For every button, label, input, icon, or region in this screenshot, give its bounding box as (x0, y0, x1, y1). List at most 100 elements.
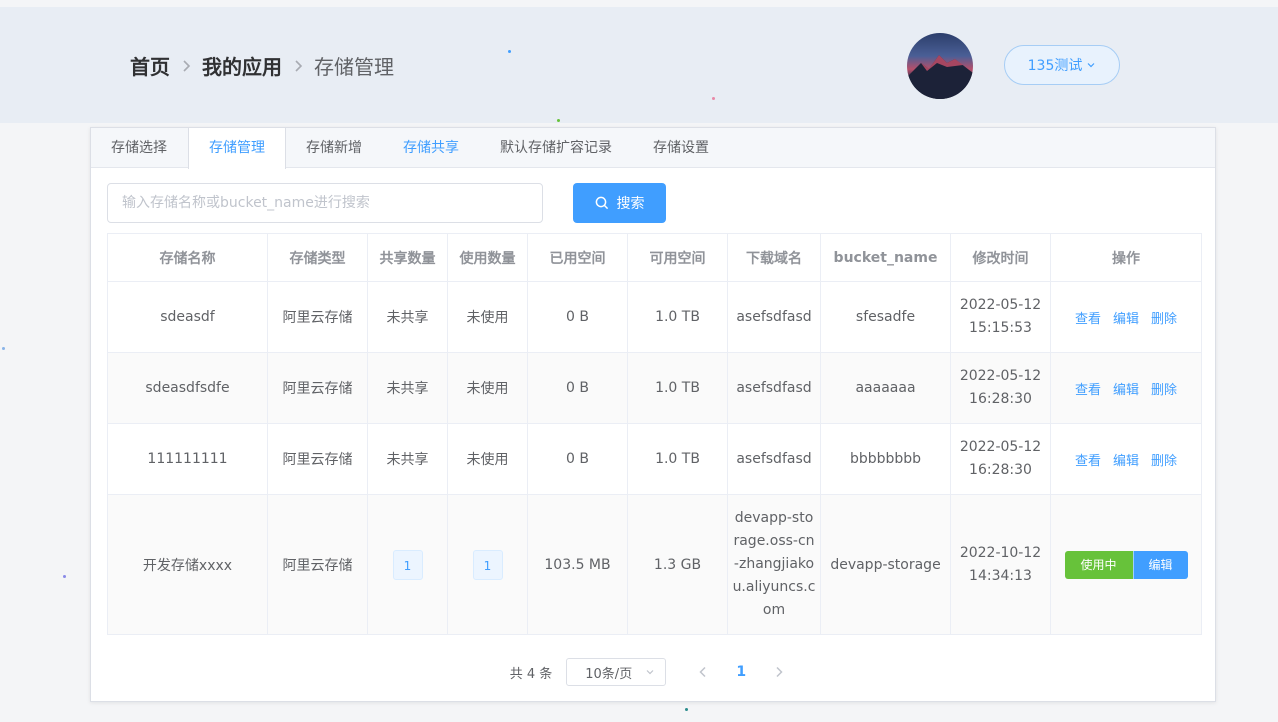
decor-dot (685, 708, 688, 711)
cell-type: 阿里云存储 (267, 423, 368, 495)
tab-storage-select[interactable]: 存储选择 (91, 128, 188, 168)
column-header: 存储名称 (107, 233, 268, 282)
table-row: sdeasdf 阿里云存储 未共享 未使用 0 B 1.0 TB asefsdf… (107, 281, 1202, 353)
breadcrumb: 首页 我的应用 存储管理 (130, 51, 394, 80)
cell-share: 1 (367, 494, 448, 635)
search-icon (595, 196, 608, 210)
cell-used-space: 0 B (527, 352, 628, 424)
tab-storage-add[interactable]: 存储新增 (286, 128, 383, 168)
cell-bucket: devapp-storage (820, 494, 951, 635)
cell-bucket: bbbbbbbb (820, 423, 951, 495)
page-number-current[interactable]: 1 (722, 664, 760, 680)
cell-use: 未使用 (447, 352, 528, 424)
cell-ops: 使用中 编辑 (1050, 494, 1202, 635)
chevron-down-icon (1087, 63, 1095, 68)
column-header: 使用数量 (447, 233, 528, 282)
cell-use: 1 (447, 494, 528, 635)
column-header: 操作 (1050, 233, 1202, 282)
decor-dot (557, 119, 560, 122)
edit-link[interactable]: 编辑 (1113, 308, 1139, 327)
chevron-down-icon (646, 670, 654, 675)
edit-button[interactable]: 编辑 (1132, 550, 1188, 579)
search-button-label: 搜索 (616, 195, 645, 211)
cell-name: sdeasdf (107, 281, 268, 353)
column-header: 共享数量 (367, 233, 448, 282)
avatar[interactable] (907, 33, 973, 99)
cell-bucket: aaaaaaa (820, 352, 951, 424)
decor-dot (2, 347, 5, 350)
cell-share: 未共享 (367, 423, 448, 495)
tab-expansion-records[interactable]: 默认存储扩容记录 (480, 128, 633, 168)
cell-use: 未使用 (447, 281, 528, 353)
table-row: 111111111 阿里云存储 未共享 未使用 0 B 1.0 TB asefs… (107, 423, 1202, 495)
delete-link[interactable]: 删除 (1151, 379, 1177, 398)
next-page-button[interactable] (760, 666, 798, 678)
cell-used-space: 103.5 MB (527, 494, 628, 635)
view-link[interactable]: 查看 (1075, 450, 1101, 469)
cell-domain: asefsdfasd (727, 423, 821, 495)
edit-link[interactable]: 编辑 (1113, 379, 1139, 398)
cell-domain: asefsdfasd (727, 352, 821, 424)
breadcrumb-home[interactable]: 首页 (130, 51, 170, 80)
cell-available-space: 1.0 TB (627, 281, 728, 353)
cell-domain: asefsdfasd (727, 281, 821, 353)
pagination-total: 共 4 条 (509, 666, 553, 682)
cell-type: 阿里云存储 (267, 352, 368, 424)
delete-link[interactable]: 删除 (1151, 450, 1177, 469)
decor-dot (63, 575, 66, 578)
chevron-left-icon (699, 666, 706, 678)
cell-name: 111111111 (107, 423, 268, 495)
cell-name: 开发存储xxxx (107, 494, 268, 635)
cell-modified-time: 2022-05-12 15:15:53 (950, 281, 1051, 353)
cell-share: 未共享 (367, 352, 448, 424)
user-menu-button[interactable]: 135测试 (1004, 45, 1120, 85)
in-use-button[interactable]: 使用中 (1064, 550, 1133, 579)
search-button[interactable]: 搜索 (573, 183, 666, 223)
decor-dot (508, 50, 511, 53)
column-header: 修改时间 (950, 233, 1051, 282)
delete-link[interactable]: 删除 (1151, 308, 1177, 327)
view-link[interactable]: 查看 (1075, 308, 1101, 327)
cell-name: sdeasdfsdfe (107, 352, 268, 424)
cell-modified-time: 2022-10-12 14:34:13 (950, 494, 1051, 635)
cell-modified-time: 2022-05-12 16:28:30 (950, 352, 1051, 424)
cell-available-space: 1.0 TB (627, 352, 728, 424)
chevron-right-icon (282, 59, 314, 72)
column-header: bucket_name (820, 233, 951, 282)
breadcrumb-current: 存储管理 (314, 55, 394, 79)
table-row: 开发存储xxxx 阿里云存储 1 1 103.5 MB 1.3 GB devap… (107, 494, 1202, 635)
table-row: sdeasdfsdfe 阿里云存储 未共享 未使用 0 B 1.0 TB ase… (107, 352, 1202, 424)
page-size-select[interactable]: 10条/页 (566, 658, 667, 686)
cell-modified-time: 2022-05-12 16:28:30 (950, 423, 1051, 495)
breadcrumb-apps[interactable]: 我的应用 (202, 51, 282, 80)
page-size-value: 10条/页 (585, 666, 633, 682)
cell-type: 阿里云存储 (267, 281, 368, 353)
cell-share: 未共享 (367, 281, 448, 353)
cell-ops: 查看 编辑 删除 (1050, 423, 1202, 495)
edit-link[interactable]: 编辑 (1113, 450, 1139, 469)
cell-bucket: sfesadfe (820, 281, 951, 353)
cell-ops: 查看 编辑 删除 (1050, 352, 1202, 424)
column-header: 存储类型 (267, 233, 368, 282)
search-input[interactable] (107, 183, 543, 223)
cell-ops: 查看 编辑 删除 (1050, 281, 1202, 353)
prev-page-button[interactable] (684, 666, 722, 678)
tab-storage-manage[interactable]: 存储管理 (188, 128, 286, 169)
cell-available-space: 1.3 GB (627, 494, 728, 635)
view-link[interactable]: 查看 (1075, 379, 1101, 398)
table-header-row: 存储名称 存储类型 共享数量 使用数量 已用空间 可用空间 下载域名 bucke… (107, 233, 1202, 282)
column-header: 下载域名 (727, 233, 821, 282)
use-count-button[interactable]: 1 (472, 549, 503, 580)
cell-type: 阿里云存储 (267, 494, 368, 635)
storage-panel: 存储选择 存储管理 存储新增 存储共享 默认存储扩容记录 存储设置 搜索 存储名… (90, 127, 1216, 702)
share-count-button[interactable]: 1 (392, 549, 423, 580)
chevron-right-icon (170, 59, 202, 72)
cell-used-space: 0 B (527, 281, 628, 353)
cell-use: 未使用 (447, 423, 528, 495)
decor-dot (712, 97, 715, 100)
column-header: 已用空间 (527, 233, 628, 282)
header: 首页 我的应用 存储管理 135测试 (0, 7, 1278, 123)
tab-storage-share[interactable]: 存储共享 (383, 128, 480, 168)
tab-storage-settings[interactable]: 存储设置 (633, 128, 730, 168)
cell-used-space: 0 B (527, 423, 628, 495)
